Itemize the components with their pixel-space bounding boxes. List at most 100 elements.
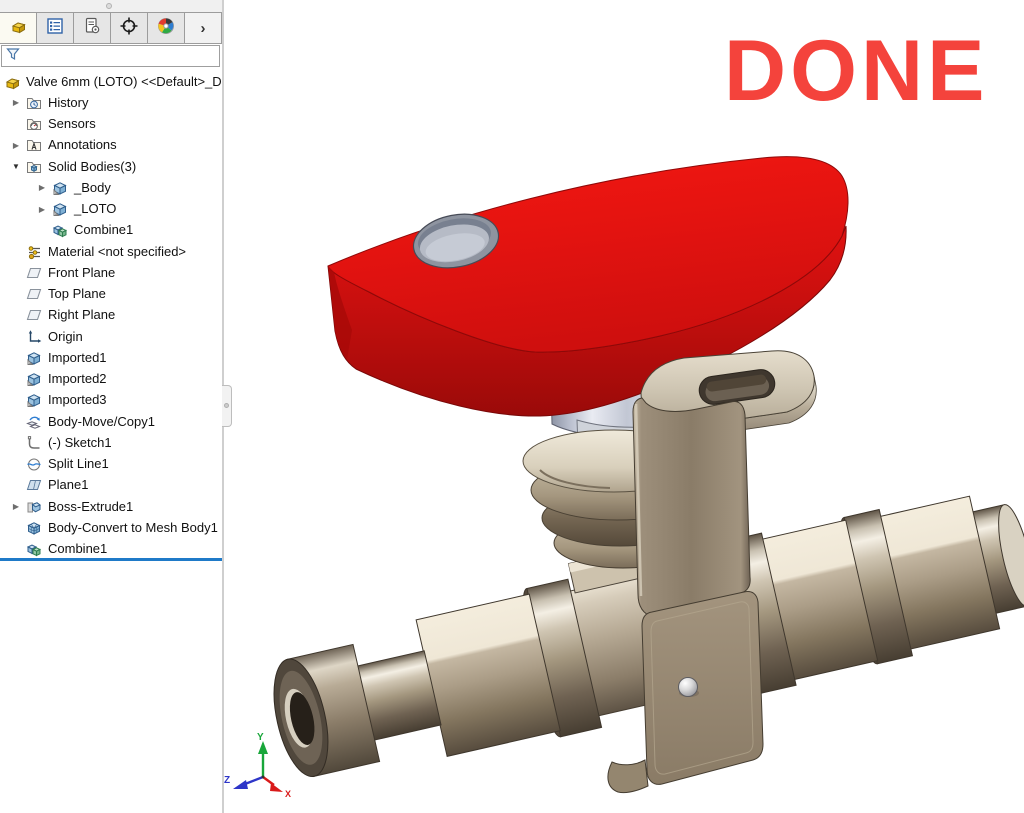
manager-tab-2[interactable] xyxy=(74,13,111,43)
tree-item-label: Front Plane xyxy=(48,264,116,280)
tree-item-front-plane[interactable]: Front Plane xyxy=(0,262,222,283)
expand-arrow[interactable]: ▶ xyxy=(6,502,26,511)
solid-body-cube-icon xyxy=(52,180,69,196)
tree-item-label: Imported1 xyxy=(48,349,107,365)
solid-body-cube-icon xyxy=(52,201,69,217)
expand-arrow[interactable]: ▶ xyxy=(6,141,26,150)
combine-icon xyxy=(26,541,43,557)
split-line-icon xyxy=(26,456,43,472)
ref-plane-icon xyxy=(26,307,43,323)
folder-sensors-icon xyxy=(26,116,43,132)
tree-item-imported3[interactable]: Imported3 xyxy=(0,390,222,411)
expand-arrow[interactable]: ▶ xyxy=(6,98,26,107)
solidworks-window: Y Z X DONE › Valve 6mm (LOTO) <<Default>… xyxy=(0,0,1024,813)
tree-item-label: Body-Convert to Mesh Body1 xyxy=(48,519,218,535)
expand-arrow[interactable]: ▼ xyxy=(6,162,26,171)
z-axis-arrow xyxy=(233,780,248,789)
bracket-bottom-curl xyxy=(607,759,649,794)
tree-item-split-line1[interactable]: Split Line1 xyxy=(0,454,222,475)
tree-item-sketch1[interactable]: (-) Sketch1 xyxy=(0,432,222,453)
tree-item-label: (-) Sketch1 xyxy=(48,434,112,450)
tree-item-label: Origin xyxy=(48,328,83,344)
x-axis-arrow xyxy=(270,783,283,792)
manager-tab-3[interactable] xyxy=(111,13,148,43)
convert-mesh-icon xyxy=(26,520,43,536)
sketch-icon xyxy=(26,435,43,451)
solid-body-cube-icon xyxy=(26,350,43,366)
tree-item-body-convert-to-mesh-body1[interactable]: Body-Convert to Mesh Body1 xyxy=(0,517,222,538)
manager-tab-bar: › xyxy=(0,12,222,44)
tree-item-body[interactable]: ▶ _Body xyxy=(0,177,222,198)
tree-item-loto[interactable]: ▶ _LOTO xyxy=(0,199,222,220)
rollback-bar[interactable] xyxy=(0,558,222,561)
z-axis-label: Z xyxy=(224,775,230,786)
tree-item-plane1[interactable]: Plane1 xyxy=(0,475,222,496)
tree-item-top-plane[interactable]: Top Plane xyxy=(0,284,222,305)
origin-icon xyxy=(26,329,43,345)
filter-funnel-icon xyxy=(5,46,21,67)
tree-item-label: Imported3 xyxy=(48,392,107,408)
ref-plane-icon xyxy=(26,265,43,281)
part-icon xyxy=(4,74,21,90)
tree-item-label: Annotations xyxy=(48,137,117,153)
tree-item-body-move-copy1[interactable]: Body-Move/Copy1 xyxy=(0,411,222,432)
tree-item-label: Imported2 xyxy=(48,371,107,387)
expand-arrow[interactable]: ▶ xyxy=(32,205,52,214)
feature-manager-panel: › Valve 6mm (LOTO) <<Default>_Displa▶His… xyxy=(0,0,224,813)
bracket-web xyxy=(632,397,751,618)
plane-icon xyxy=(26,477,43,493)
expand-arrow[interactable]: ▶ xyxy=(32,183,52,192)
displaymanager-icon xyxy=(156,16,176,41)
propertymanager-icon xyxy=(82,16,102,41)
tree-item-label: Body-Move/Copy1 xyxy=(48,413,155,429)
tab-overflow-chevron[interactable]: › xyxy=(185,13,222,43)
done-annotation: DONE xyxy=(724,23,989,119)
tree-item-origin[interactable]: Origin xyxy=(0,326,222,347)
tree-item-label: Top Plane xyxy=(48,286,106,302)
tree-item-right-plane[interactable]: Right Plane xyxy=(0,305,222,326)
solid-body-cube-icon xyxy=(26,392,43,408)
material-icon xyxy=(26,244,43,260)
tree-item-label: _Body xyxy=(74,179,111,195)
solid-body-cube-icon xyxy=(26,371,43,387)
manager-tab-1[interactable] xyxy=(37,13,74,43)
tree-item-imported1[interactable]: Imported1 xyxy=(0,347,222,368)
bracket-rivet xyxy=(678,677,698,697)
tree-item-imported2[interactable]: Imported2 xyxy=(0,369,222,390)
tree-item-solid-bodies-3[interactable]: ▼ Solid Bodies(3) xyxy=(0,156,222,177)
tree-item-label: Boss-Extrude1 xyxy=(48,498,134,514)
tree-item-label: History xyxy=(48,94,89,110)
combine-icon xyxy=(52,222,69,238)
splitter-grip-dot xyxy=(224,403,229,408)
x-axis-label: X xyxy=(285,789,291,799)
manager-tab-0[interactable] xyxy=(0,13,37,43)
y-axis-label: Y xyxy=(257,732,264,743)
tree-filter-input[interactable] xyxy=(1,45,220,67)
panel-drag-grip[interactable] xyxy=(106,3,112,9)
folder-history-icon xyxy=(26,95,43,111)
tree-item-boss-extrude1[interactable]: ▶ Boss-Extrude1 xyxy=(0,496,222,517)
tree-item-annotations[interactable]: ▶ Annotations xyxy=(0,135,222,156)
tree-item-label: Combine1 xyxy=(48,541,108,557)
ref-plane-icon xyxy=(26,286,43,302)
boss-extrude-icon xyxy=(26,499,43,515)
tree-item-combine1[interactable]: Combine1 xyxy=(0,539,222,560)
manager-tab-4[interactable] xyxy=(148,13,185,43)
folder-solid-bodies-icon xyxy=(26,159,43,175)
tree-item-label: Plane1 xyxy=(48,477,89,493)
tree-item-label: Split Line1 xyxy=(48,456,109,472)
tree-item-combine1[interactable]: Combine1 xyxy=(0,220,222,241)
tree-item-material-not-specified[interactable]: Material <not specified> xyxy=(0,241,222,262)
tree-item-label: Valve 6mm (LOTO) <<Default>_Displa xyxy=(26,73,222,89)
tree-item-label: Material <not specified> xyxy=(48,243,187,259)
tree-item-sensors[interactable]: Sensors xyxy=(0,114,222,135)
panel-top-strip xyxy=(0,0,224,12)
tree-item-label: Solid Bodies(3) xyxy=(48,158,137,174)
tree-item-history[interactable]: ▶ History xyxy=(0,92,222,113)
orientation-triad: Y Z X xyxy=(224,732,291,799)
panel-splitter-handle[interactable] xyxy=(222,385,232,427)
folder-annotations-icon xyxy=(26,137,43,153)
tree-item-valve-6mm-loto-default-displa[interactable]: Valve 6mm (LOTO) <<Default>_Displa xyxy=(0,71,222,92)
tree-item-label: Right Plane xyxy=(48,307,116,323)
tree-item-label: _LOTO xyxy=(74,201,117,217)
